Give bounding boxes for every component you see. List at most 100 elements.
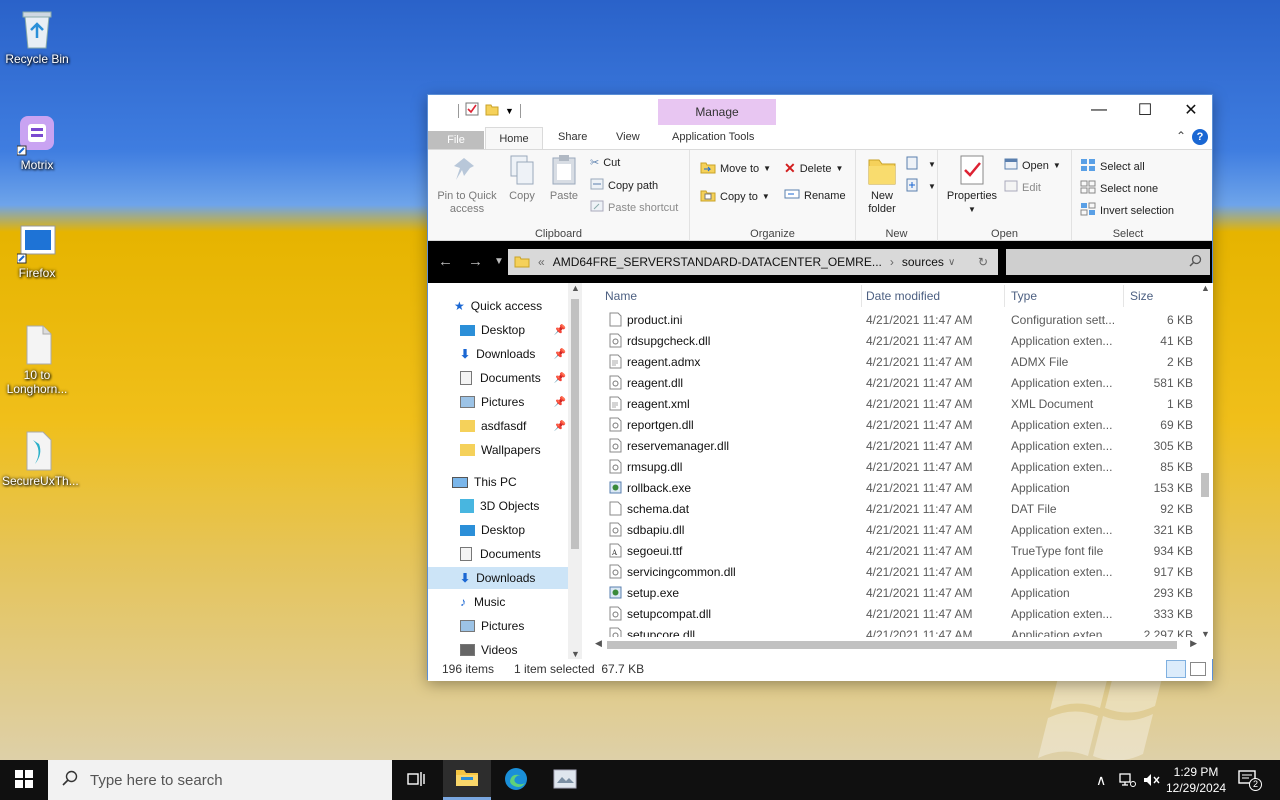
column-divider[interactable] [861, 285, 862, 307]
nav-scrollbar[interactable]: ▲ ▼ [568, 283, 582, 659]
nav-item-downloads-pc[interactable]: ⬇ Downloads [428, 567, 568, 589]
forward-arrow-icon[interactable]: → [468, 253, 483, 270]
start-button[interactable] [0, 760, 48, 800]
recent-locations-chevron-icon[interactable]: ▼ [494, 256, 504, 267]
table-row[interactable]: setupcompat.dll 4/21/2021 11:47 AM Applica… [603, 603, 1193, 624]
overflow-chevron-icon[interactable]: « [538, 255, 545, 269]
taskbar-clock[interactable]: 1:29 PM 12/29/2024 [1166, 764, 1226, 796]
table-row[interactable]: Asegoeui.ttf 4/21/2021 11:47 AM TrueType f… [603, 540, 1193, 561]
table-row[interactable]: product.ini 4/21/2021 11:47 AM Configurati… [603, 309, 1193, 330]
properties-check-icon[interactable] [465, 102, 479, 119]
pin-icon[interactable]: 📌 [554, 325, 566, 336]
navigation-pane[interactable]: ★ Quick access Desktop 📌 ⬇ Downloads 📌 Docum… [428, 283, 583, 659]
nav-item-desktop-pc[interactable]: Desktop [428, 519, 568, 541]
pin-icon[interactable]: 📌 [554, 421, 566, 432]
maximize-button[interactable]: ☐ [1122, 95, 1168, 125]
desktop-icon-longhorn[interactable]: 10 to Longhorn... [2, 324, 72, 396]
desktop-icon-recycle-bin[interactable]: Recycle Bin [2, 8, 72, 66]
tab-view[interactable]: View [616, 131, 640, 143]
show-hidden-icons-button[interactable]: ∧ [1096, 760, 1106, 800]
rename-button[interactable]: Rename [784, 188, 846, 203]
help-icon[interactable]: ? [1192, 129, 1208, 145]
table-row[interactable]: schema.dat 4/21/2021 11:47 AM DAT File 92 K… [603, 498, 1193, 519]
close-button[interactable]: ✕ [1168, 95, 1214, 125]
taskbar-file-explorer[interactable] [443, 760, 491, 800]
nav-this-pc[interactable]: This PC [428, 471, 568, 493]
horizontal-scrollbar-thumb[interactable] [607, 641, 1177, 649]
new-item-button[interactable]: ▼ [906, 156, 936, 173]
minimize-button[interactable]: — [1076, 95, 1122, 125]
nav-item-pictures-pc[interactable]: Pictures [428, 615, 568, 637]
scroll-up-icon[interactable]: ▲ [571, 283, 580, 293]
nav-item-3d-objects[interactable]: 3D Objects [428, 495, 568, 517]
table-row[interactable]: reservemanager.dll 4/21/2021 11:47 AM Appl… [603, 435, 1193, 456]
nav-item-asdfasdf[interactable]: asdfasdf 📌 [428, 415, 568, 437]
address-bar[interactable]: « AMD64FRE_SERVERSTANDARD-DATACENTER_OEM… [508, 249, 998, 275]
file-list-scrollbar[interactable]: ▲ ▼ [1198, 283, 1212, 639]
properties-button[interactable]: Properties ▼ [944, 154, 1000, 216]
table-row[interactable]: servicingcommon.dll 4/21/2021 11:47 AM App… [603, 561, 1193, 582]
desktop-icon-firefox[interactable]: Firefox [2, 222, 72, 280]
table-row[interactable]: rmsupg.dll 4/21/2021 11:47 AM Application … [603, 456, 1193, 477]
paste-button[interactable]: Paste [546, 154, 582, 203]
network-icon[interactable] [1118, 760, 1136, 800]
select-none-button[interactable]: Select none [1080, 180, 1158, 197]
table-row[interactable]: reagent.xml 4/21/2021 11:47 AM XML Documen… [603, 393, 1193, 414]
pin-icon[interactable]: 📌 [554, 349, 566, 360]
details-view-icon[interactable] [1166, 660, 1186, 678]
new-folder-button[interactable]: New folder [862, 154, 902, 216]
tab-share[interactable]: Share [558, 131, 587, 143]
desktop-icon-motrix[interactable]: Motrix [2, 114, 72, 172]
nav-item-downloads[interactable]: ⬇ Downloads 📌 [428, 343, 568, 365]
volume-muted-icon[interactable] [1142, 760, 1160, 800]
task-view-button[interactable] [392, 760, 440, 800]
nav-item-pictures[interactable]: Pictures 📌 [428, 391, 568, 413]
nav-scrollbar-thumb[interactable] [571, 299, 579, 549]
easy-access-button[interactable]: ▼ [906, 178, 936, 195]
nav-item-videos[interactable]: Videos [428, 639, 568, 659]
move-to-button[interactable]: Move to ▼ [700, 160, 771, 177]
nav-item-documents-pc[interactable]: Documents [428, 543, 568, 565]
delete-button[interactable]: ✕ Delete ▼ [784, 160, 843, 177]
title-bar[interactable]: ▼ Manage — ☐ ✕ [428, 95, 1212, 127]
pin-quick-access-button[interactable]: Pin to Quick access [434, 154, 500, 216]
copy-to-button[interactable]: Copy to ▼ [700, 188, 770, 205]
scroll-right-icon[interactable]: ▶ [1190, 638, 1197, 649]
open-button[interactable]: Open ▼ [1004, 158, 1061, 173]
column-divider[interactable] [1123, 285, 1124, 307]
taskbar-app[interactable] [541, 760, 589, 800]
column-header-name[interactable]: Name [605, 289, 637, 303]
large-icons-view-icon[interactable] [1190, 662, 1206, 676]
copy-path-button[interactable]: Copy path [590, 178, 658, 193]
tab-manage[interactable]: Manage [658, 99, 776, 125]
edit-button[interactable]: Edit [1004, 180, 1041, 195]
scroll-down-icon[interactable]: ▼ [571, 649, 580, 659]
chevron-down-icon[interactable]: ▼ [505, 106, 514, 116]
table-row[interactable]: rollback.exe 4/21/2021 11:47 AM Applicatio… [603, 477, 1193, 498]
breadcrumb-segment[interactable]: AMD64FRE_SERVERSTANDARD-DATACENTER_OEMRE… [553, 255, 882, 269]
scroll-up-icon[interactable]: ▲ [1201, 283, 1210, 293]
collapse-ribbon-icon[interactable]: ⌃ [1176, 129, 1186, 143]
breadcrumb-separator-icon[interactable]: › [890, 255, 894, 269]
nav-item-music[interactable]: ♪ Music [428, 591, 568, 613]
search-input[interactable] [1006, 249, 1210, 275]
desktop-icon-secureux[interactable]: SecureUxTh... [2, 430, 79, 488]
table-row[interactable]: reagent.admx 4/21/2021 11:47 AM ADMX File 2… [603, 351, 1193, 372]
table-row[interactable]: reportgen.dll 4/21/2021 11:47 AM Applicati… [603, 414, 1193, 435]
tab-home[interactable]: Home [485, 127, 543, 149]
file-list-horizontal-scrollbar[interactable]: ◀ ▶ [593, 637, 1199, 653]
paste-shortcut-button[interactable]: Paste shortcut [590, 200, 678, 215]
refresh-icon[interactable]: ↻ [978, 255, 988, 269]
action-center-button[interactable]: 2 [1238, 760, 1262, 800]
pin-icon[interactable]: 📌 [554, 397, 566, 408]
nav-item-documents[interactable]: Documents 📌 [428, 367, 568, 389]
column-header-type[interactable]: Type [1011, 289, 1037, 303]
invert-selection-button[interactable]: Invert selection [1080, 202, 1174, 219]
select-all-button[interactable]: Select all [1080, 158, 1145, 175]
file-list-scrollbar-thumb[interactable] [1201, 473, 1209, 497]
breadcrumb-segment[interactable]: sources [902, 255, 944, 269]
nav-item-desktop[interactable]: Desktop 📌 [428, 319, 568, 341]
nav-item-wallpapers[interactable]: Wallpapers [428, 439, 568, 461]
cut-button[interactable]: ✂ Cut [590, 156, 620, 170]
column-divider[interactable] [1004, 285, 1005, 307]
